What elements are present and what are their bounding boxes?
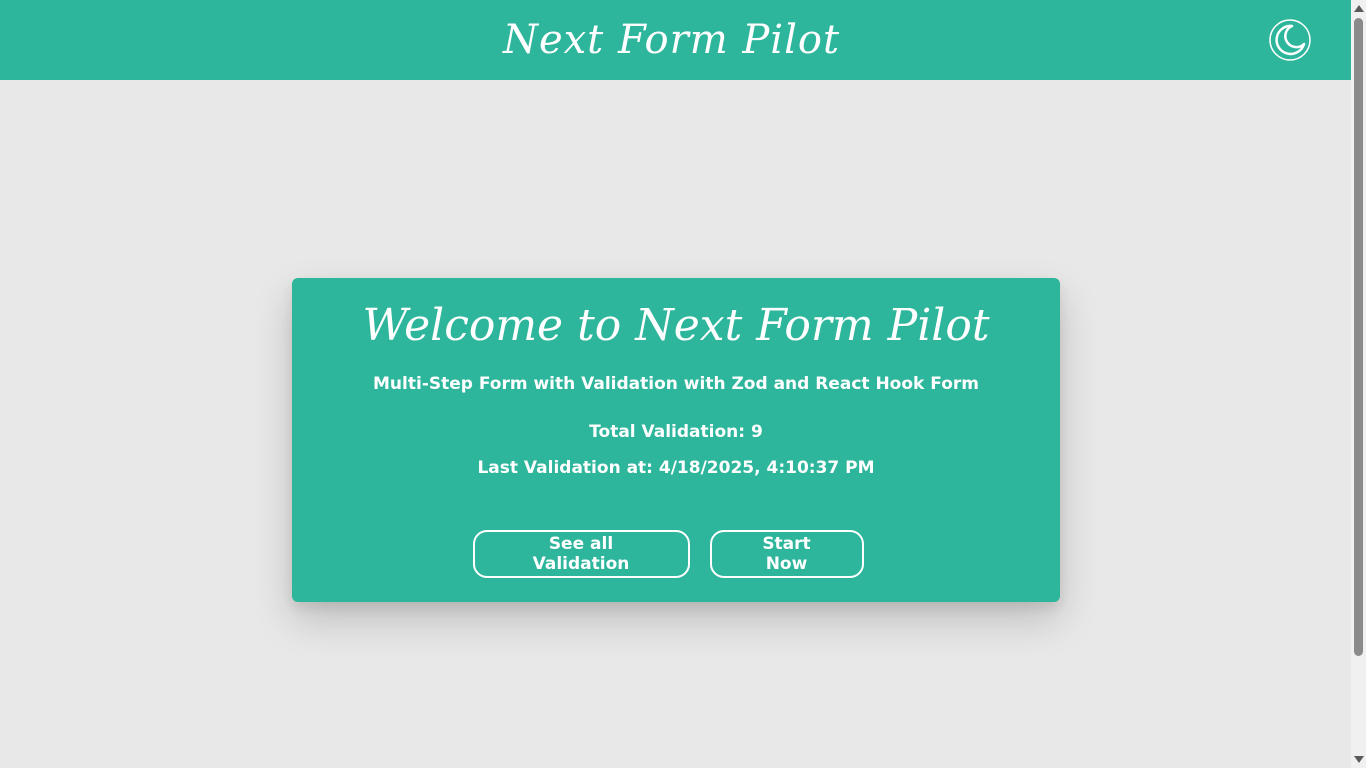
top-header: Next Form Pilot [0, 0, 1351, 80]
theme-toggle-button[interactable] [1269, 19, 1311, 61]
welcome-subtitle: Multi-Step Form with Validation with Zod… [373, 374, 979, 394]
start-now-button[interactable]: Start Now [709, 530, 864, 578]
card-actions: See all Validation Start Now [284, 530, 1052, 578]
scroll-up-arrow-icon[interactable] [1354, 5, 1364, 12]
app-page: Next Form Pilot Welcome to Next Form Pil… [0, 0, 1366, 768]
total-validation-count: Total Validation: 9 [589, 422, 763, 442]
brand-title: Next Form Pilot [502, 17, 841, 63]
see-all-validation-button[interactable]: See all Validation [472, 530, 690, 578]
welcome-card: Welcome to Next Form Pilot Multi-Step Fo… [292, 278, 1060, 602]
last-validation-time: Last Validation at: 4/18/2025, 4:10:37 P… [477, 458, 875, 478]
scrollbar-thumb[interactable] [1354, 18, 1363, 656]
page-scrollbar[interactable] [1351, 0, 1366, 768]
welcome-title: Welcome to Next Form Pilot [362, 300, 990, 351]
moon-icon [1269, 19, 1311, 61]
scroll-down-arrow-icon[interactable] [1354, 756, 1364, 763]
